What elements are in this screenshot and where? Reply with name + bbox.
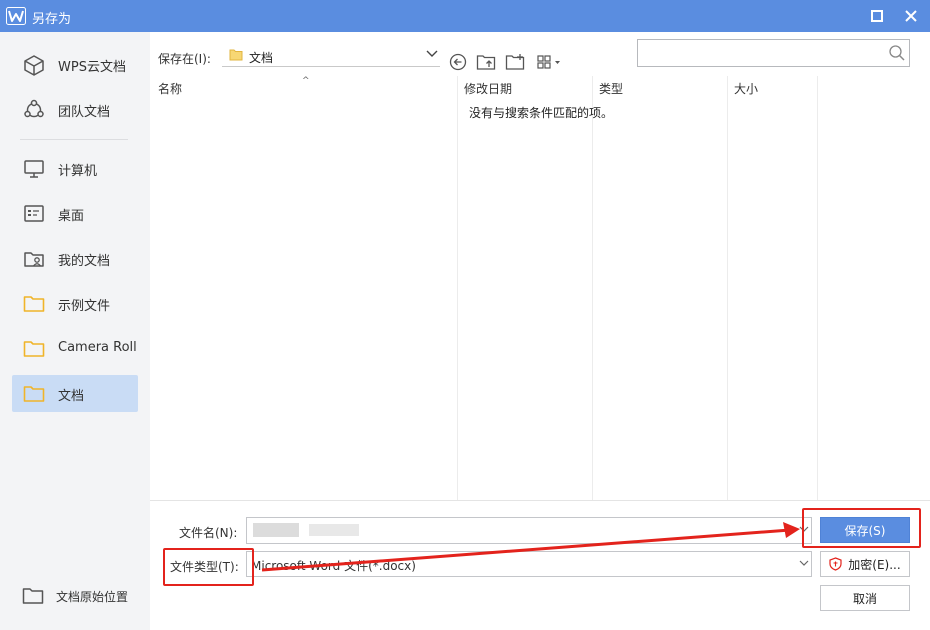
column-divider <box>592 76 593 500</box>
encrypt-button[interactable]: 加密(E)... <box>820 551 910 577</box>
filename-redacted <box>253 523 299 537</box>
close-button[interactable] <box>898 4 924 28</box>
sidebar-item-computer[interactable]: 计算机 <box>12 150 138 187</box>
up-folder-button[interactable] <box>475 52 497 72</box>
sidebar-item-sample-files[interactable]: 示例文件 <box>12 285 138 322</box>
column-divider <box>457 76 458 500</box>
original-location-label: 文档原始位置 <box>56 589 129 604</box>
search-input[interactable] <box>644 44 874 62</box>
shield-icon <box>829 557 842 571</box>
sidebar-item-wps-cloud[interactable]: WPS云文档 <box>12 46 138 83</box>
empty-message: 没有与搜索条件匹配的项。 <box>469 106 614 120</box>
back-arrow-icon <box>449 53 467 71</box>
column-divider <box>727 76 728 500</box>
original-location-button[interactable]: 文档原始位置 <box>22 585 128 607</box>
sidebar-item-label: Camera Roll <box>58 340 137 355</box>
cube-icon <box>22 54 46 76</box>
chevron-down-icon <box>426 50 438 57</box>
grid-view-icon <box>537 55 560 69</box>
sidebar-item-label: 示例文件 <box>58 299 111 314</box>
filename-input[interactable] <box>246 517 812 544</box>
save-in-label: 保存在(I): <box>158 52 211 66</box>
monitor-icon <box>22 158 46 180</box>
sidebar-item-documents[interactable]: 文档 <box>12 375 138 412</box>
window-title: 另存为 <box>32 12 72 27</box>
search-icon[interactable] <box>888 44 906 62</box>
filename-redacted <box>309 524 359 536</box>
annotation-box-save <box>802 508 921 548</box>
folder-outline-icon <box>22 588 44 604</box>
folder-up-icon <box>476 55 496 70</box>
sidebar-item-my-documents[interactable]: 我的文档 <box>12 240 138 277</box>
column-header-date[interactable]: 修改日期 <box>464 80 512 97</box>
view-options-button[interactable] <box>535 52 565 72</box>
wps-logo-icon <box>6 7 26 25</box>
folder-icon <box>22 338 46 360</box>
close-icon <box>905 10 917 22</box>
user-folder-icon <box>22 248 46 270</box>
save-in-dropdown[interactable]: 文档 <box>222 45 440 67</box>
cancel-button[interactable]: 取消 <box>820 585 910 611</box>
current-folder: 文档 <box>249 51 274 65</box>
sidebar-item-desktop[interactable]: 桌面 <box>12 195 138 232</box>
new-folder-icon <box>505 54 525 70</box>
sidebar-item-label: 团队文档 <box>58 105 111 120</box>
chevron-down-icon[interactable] <box>799 560 809 567</box>
column-header-type[interactable]: 类型 <box>599 80 623 97</box>
folder-icon <box>22 293 46 315</box>
folder-icon <box>22 383 46 405</box>
sidebar-item-label: 桌面 <box>58 209 85 224</box>
team-icon <box>22 99 46 121</box>
back-button[interactable] <box>447 52 469 72</box>
desktop-icon <box>22 203 46 225</box>
sidebar-item-label: 文档 <box>58 389 85 404</box>
sidebar: WPS云文档 团队文档 计算机 桌面 我的文档 示例文件 Camera Roll… <box>0 32 150 630</box>
filetype-value: Microsoft Word 文件(*.docx) <box>251 559 416 573</box>
filetype-select[interactable]: Microsoft Word 文件(*.docx) <box>246 551 812 577</box>
sort-ascending-icon: ^ <box>302 76 310 86</box>
folder-icon <box>229 49 243 61</box>
sidebar-divider <box>20 139 128 140</box>
sidebar-item-label: WPS云文档 <box>58 60 126 75</box>
title-bar: 另存为 <box>0 0 930 32</box>
list-divider <box>150 500 930 501</box>
maximize-button[interactable] <box>864 4 890 28</box>
filename-label: 文件名(N): <box>179 526 238 540</box>
column-header-name[interactable]: 名称 <box>158 80 182 97</box>
sidebar-item-label: 计算机 <box>58 164 98 179</box>
sidebar-item-team-docs[interactable]: 团队文档 <box>12 91 138 128</box>
sidebar-item-camera-roll[interactable]: Camera Roll <box>12 330 138 367</box>
column-header-size[interactable]: 大小 <box>734 80 758 97</box>
annotation-box-filetype <box>163 548 254 586</box>
sidebar-item-label: 我的文档 <box>58 254 111 269</box>
column-divider <box>817 76 818 500</box>
search-box[interactable] <box>637 39 910 67</box>
file-list[interactable]: ^ 名称 修改日期 类型 大小 没有与搜索条件匹配的项。 <box>150 76 930 500</box>
encrypt-label: 加密(E)... <box>848 557 901 572</box>
maximize-icon <box>871 10 883 22</box>
new-folder-button[interactable] <box>504 52 526 72</box>
